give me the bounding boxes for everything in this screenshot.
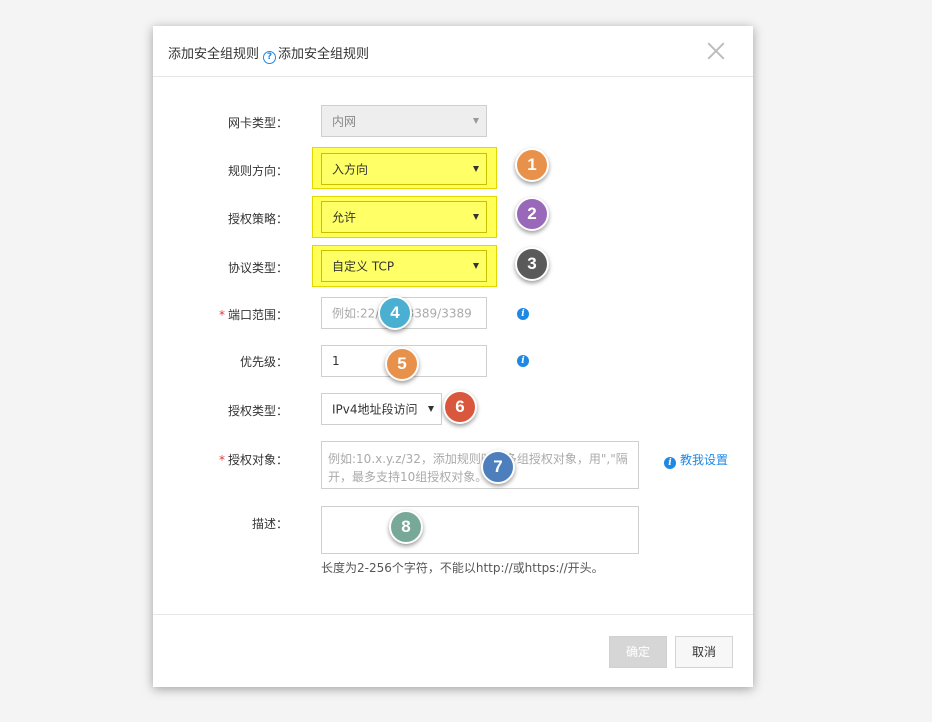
policy-select[interactable]: 允许	[321, 201, 487, 233]
info-icon: i	[664, 457, 676, 469]
direction-label: 规则方向：	[227, 164, 288, 178]
info-icon[interactable]: i	[517, 355, 529, 367]
description-label: 描述：	[251, 517, 288, 531]
annotation-badge-5: 5	[385, 347, 419, 381]
auth-object-label: * 授权对象：	[218, 453, 288, 467]
port-range-label: * 端口范围：	[218, 308, 288, 322]
annotation-badge-7: 7	[481, 450, 515, 484]
description-hint: 长度为2-256个字符，不能以http://或https://开头。	[321, 561, 604, 575]
nic-type-label: 网卡类型：	[227, 116, 288, 130]
annotation-badge-4: 4	[378, 296, 412, 330]
nic-type-select: 内网	[321, 105, 487, 137]
policy-label: 授权策略：	[227, 212, 288, 226]
required-mark: *	[218, 453, 225, 467]
close-icon[interactable]	[705, 40, 727, 62]
cancel-button[interactable]: 取消	[675, 636, 733, 668]
description-textarea[interactable]	[321, 506, 639, 554]
chevron-down-icon	[473, 118, 479, 124]
chevron-down-icon	[473, 166, 479, 172]
chevron-down-icon	[473, 214, 479, 220]
protocol-label: 协议类型：	[227, 261, 288, 275]
priority-label: 优先级：	[239, 355, 288, 369]
annotation-badge-2: 2	[515, 197, 549, 231]
confirm-button[interactable]: 确定	[609, 636, 667, 668]
dialog-header: 添加安全组规则? 添加安全组规则	[153, 26, 753, 77]
dialog-title: 添加安全组规则? 添加安全组规则	[168, 47, 370, 64]
required-mark: *	[218, 308, 225, 322]
help-text[interactable]: 添加安全组规则	[278, 47, 369, 62]
direction-select[interactable]: 入方向	[321, 153, 487, 185]
auth-object-textarea[interactable]: 例如:10.x.y.z/32，添加规则时可多组授权对象，用","隔开，最多支持1…	[321, 441, 639, 489]
annotation-badge-8: 8	[389, 510, 423, 544]
annotation-badge-3: 3	[515, 247, 549, 281]
annotation-badge-1: 1	[515, 148, 549, 182]
help-icon[interactable]: ?	[263, 51, 277, 64]
annotation-badge-6: 6	[443, 390, 477, 424]
add-security-group-rule-dialog: 添加安全组规则? 添加安全组规则 网卡类型： 内网 规则方向： 入方向 授权策略：…	[153, 26, 753, 687]
auth-type-select[interactable]: IPv4地址段访问	[321, 393, 442, 425]
chevron-down-icon	[473, 263, 479, 269]
chevron-down-icon	[428, 406, 434, 412]
auth-type-label: 授权类型：	[227, 404, 288, 418]
dialog-footer: 确定 取消	[153, 614, 753, 687]
info-icon[interactable]: i	[517, 308, 529, 320]
help-me-set-link[interactable]: i 教我设置	[664, 451, 728, 469]
protocol-select[interactable]: 自定义 TCP	[321, 250, 487, 282]
